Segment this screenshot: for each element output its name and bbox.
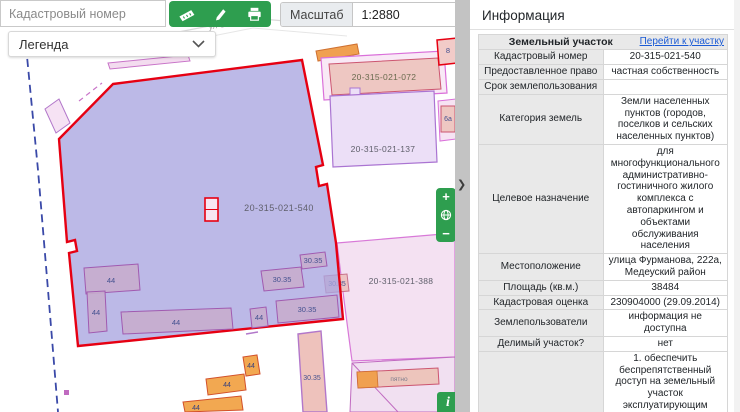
info-icon: i: [446, 395, 450, 411]
building-label-3035: 30.35: [298, 305, 317, 314]
panel-title: Информация: [470, 0, 734, 29]
legend-dropdown[interactable]: Легенда: [8, 31, 216, 57]
row-label: Делимый участок?: [479, 336, 604, 351]
legend-label: Легенда: [19, 37, 68, 52]
zoom-out-button[interactable]: −: [436, 227, 455, 240]
table-row: Срок землепользования: [479, 79, 728, 94]
table-row: Предоставленное право частная собственно…: [479, 65, 728, 80]
row-value: улица Фурманова, 222а, Медеуский район: [603, 254, 728, 281]
row-label: Целевое назначение: [479, 144, 604, 253]
parcel-137[interactable]: [330, 91, 437, 167]
parcel-info-table: Земельный участок Перейти к участку Када…: [478, 34, 728, 412]
map-dot: [64, 390, 69, 395]
map-zoom-control: + −: [436, 188, 455, 242]
table-row: Ограничения 1. обеспечить беспрепятствен…: [479, 351, 728, 412]
scale-label: Масштаб: [281, 3, 353, 26]
parcel-label-072: 20-315-021-072: [352, 72, 417, 82]
panel-divider: ❯: [455, 0, 470, 412]
row-value: для многофункционального административно…: [603, 144, 728, 253]
row-label: Ограничения: [479, 351, 604, 412]
building-label-44: 44: [223, 382, 231, 389]
row-value: нет: [603, 336, 728, 351]
row-value: частная собственность: [603, 65, 728, 80]
cadastral-map[interactable]: ул Сатпаева 20-315-021-072 8 20-315-021-…: [0, 0, 455, 412]
row-label: Землепользователи: [479, 310, 604, 337]
building-label-6a: 6а: [444, 116, 452, 123]
scale-control: Масштаб 1:2880 ▾: [280, 2, 455, 27]
building-label-44: 44: [92, 308, 100, 317]
parcel-label-137: 20-315-021-137: [351, 144, 416, 154]
row-value: Земли населенных пунктов (городов, посел…: [603, 94, 728, 144]
row-value: [603, 79, 728, 94]
table-row: Делимый участок? нет: [479, 336, 728, 351]
app-window: ул Сатпаева 20-315-021-072 8 20-315-021-…: [0, 0, 740, 412]
pencil-icon: [212, 6, 228, 22]
map-canvas[interactable]: ул Сатпаева 20-315-021-072 8 20-315-021-…: [0, 0, 455, 412]
panel-divider-line: [470, 29, 734, 30]
building-label-8: 8: [446, 46, 450, 55]
parcel-label-540: 20-315-021-540: [244, 203, 314, 213]
table-row: Целевое назначение для многофункциональн…: [479, 144, 728, 253]
table-row: Землепользователи информация не доступна: [479, 310, 728, 337]
globe-icon[interactable]: [440, 209, 452, 221]
table-header-title: Земельный участок: [482, 36, 640, 48]
row-value: 1. обеспечить беспрепятственный доступ н…: [603, 351, 728, 412]
building-label-44: 44: [247, 363, 255, 370]
row-label: Площадь (кв.м.): [479, 280, 604, 295]
parcel-388[interactable]: [337, 233, 455, 361]
building-label-44: 44: [107, 276, 115, 285]
row-value: 230904000 (29.09.2014): [603, 295, 728, 310]
row-label: Местоположение: [479, 254, 604, 281]
search-input[interactable]: [0, 0, 166, 27]
table-row: Категория земель Земли населенных пункто…: [479, 94, 728, 144]
building-label-44: 44: [172, 318, 180, 327]
row-label: Кадастровый номер: [479, 50, 604, 65]
ruler-icon: [177, 7, 196, 22]
building-label-3035: 30.35: [304, 256, 323, 265]
scrollbar-track[interactable]: [734, 0, 740, 412]
row-label: Кадастровая оценка: [479, 295, 604, 310]
go-to-parcel-link[interactable]: Перейти к участку: [640, 36, 724, 48]
table-row: Кадастровый номер 20-315-021-540: [479, 50, 728, 65]
map-toolbar: [169, 1, 271, 27]
row-value: информация не доступна: [603, 310, 728, 337]
row-value: 20-315-021-540: [603, 50, 728, 65]
building-label-44: 44: [255, 313, 263, 322]
parcel-label-388: 20-315-021-388: [369, 276, 434, 286]
print-button[interactable]: [239, 2, 269, 26]
building-label-44: 44: [192, 405, 200, 412]
table-row: Местоположение улица Фурманова, 222а, Ме…: [479, 254, 728, 281]
table-row: Кадастровая оценка 230904000 (29.09.2014…: [479, 295, 728, 310]
info-panel: Информация Земельный участок Перейти к у…: [470, 0, 734, 412]
row-label: Категория земель: [479, 94, 604, 144]
building-label-pyatno: пятно: [390, 376, 408, 383]
row-label: Предоставленное право: [479, 65, 604, 80]
draw-button[interactable]: [205, 2, 235, 26]
chevron-down-icon: [192, 40, 205, 48]
zoom-in-button[interactable]: +: [436, 190, 455, 203]
map-info-button[interactable]: i: [437, 392, 455, 412]
expand-panel-button[interactable]: ❯: [457, 178, 466, 191]
table-row: Площадь (кв.м.) 38484: [479, 280, 728, 295]
building-label-3035: 30.35: [273, 275, 292, 284]
building-label-3035: 30.35: [303, 375, 321, 382]
row-value: 38484: [603, 280, 728, 295]
measure-button[interactable]: [171, 2, 201, 26]
printer-icon: [246, 6, 263, 22]
building-orange: [357, 371, 378, 388]
scale-value[interactable]: 1:2880: [353, 3, 455, 26]
table-header-row: Земельный участок Перейти к участку: [479, 35, 728, 50]
row-label: Срок землепользования: [479, 79, 604, 94]
